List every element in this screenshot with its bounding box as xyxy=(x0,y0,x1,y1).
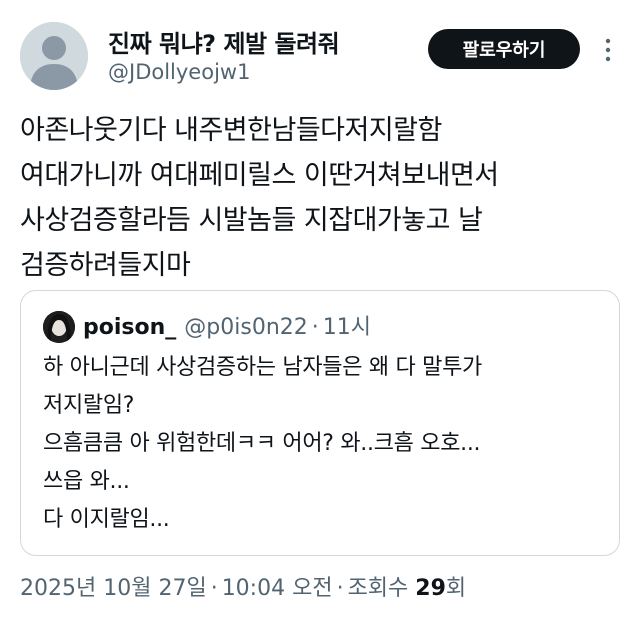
tweet: 진짜 뭐냐? 제발 돌려줘 @JDollyeojw1 팔로우하기 아존나웃기다 … xyxy=(0,0,640,628)
tweet-text: 아존나웃기다 내주변한남들다저지랄함 여대가니까 여대페미릴스 이딴거쳐보내면서… xyxy=(20,115,499,281)
avatar[interactable] xyxy=(20,22,88,90)
quoted-time[interactable]: 11시 xyxy=(323,315,371,340)
quoted-avatar-image-icon xyxy=(43,311,75,343)
meta-separator: · xyxy=(210,576,218,601)
quoted-header: poison_ @p0is0n22 · 11시 xyxy=(83,309,371,341)
more-options-button[interactable] xyxy=(598,36,618,64)
author-handle[interactable]: @JDollyeojw1 xyxy=(108,60,250,84)
views-label: 조회수 xyxy=(347,576,409,601)
follow-button[interactable]: 팔로우하기 xyxy=(428,29,580,69)
quoted-text: 하 아니근데 사상검증하는 남자들은 왜 다 말투가 저지랄임? 으흠큼큼 아 … xyxy=(43,355,482,532)
tweet-date[interactable]: 2025년 10월 27일 xyxy=(20,576,207,601)
meta-separator: · xyxy=(336,576,344,601)
quoted-handle[interactable]: @p0is0n22 xyxy=(184,315,307,340)
quoted-separator: · xyxy=(311,315,319,340)
default-avatar-icon xyxy=(20,22,88,90)
quoted-avatar[interactable] xyxy=(43,311,75,343)
quoted-display-name[interactable]: poison_ xyxy=(83,315,176,340)
tweet-meta: 2025년 10월 27일 · 10:04 오전 · 조회수 29회 xyxy=(20,570,466,602)
more-vertical-icon xyxy=(605,38,611,62)
quoted-tweet[interactable]: poison_ @p0is0n22 · 11시 하 아니근데 사상검증하는 남자들은 … xyxy=(20,290,620,556)
tweet-time[interactable]: 10:04 오전 xyxy=(222,576,333,601)
author-display-name[interactable]: 진짜 뭐냐? 제발 돌려줘 xyxy=(108,24,340,59)
views-suffix: 회 xyxy=(445,576,467,601)
views-count: 29 xyxy=(415,576,446,601)
